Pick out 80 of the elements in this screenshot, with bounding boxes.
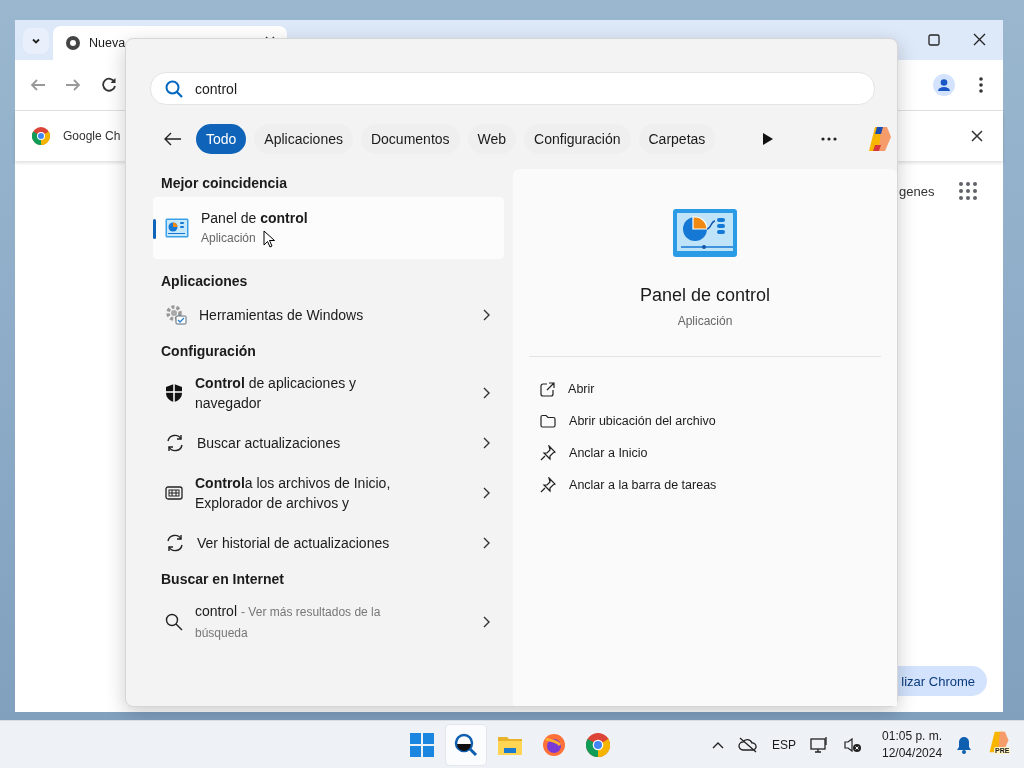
action-item[interactable]: Abrir (540, 373, 897, 405)
close-icon[interactable] (971, 130, 983, 142)
filter-tab[interactable]: Aplicaciones (254, 124, 353, 154)
chevron-up-icon[interactable] (712, 741, 724, 749)
sync-icon (165, 433, 185, 453)
more-icon[interactable] (821, 137, 838, 141)
action-item[interactable]: Anclar a Inicio (540, 437, 897, 469)
pin-icon (540, 445, 557, 461)
profile-icon[interactable] (933, 74, 955, 96)
preview-title: Panel de control (639, 285, 771, 306)
taskbar-app[interactable] (446, 725, 486, 765)
sync-icon (165, 533, 185, 553)
images-link[interactable]: genes (899, 184, 935, 199)
forward-icon[interactable] (65, 78, 81, 92)
result-title: control - Ver más resultados de la búsqueda (195, 602, 382, 642)
keyboard-icon (165, 485, 183, 501)
search-field[interactable]: control (150, 72, 875, 105)
result-item[interactable]: Herramientas de Windows (153, 295, 505, 335)
clock-date: 12/04/2024 (882, 745, 943, 762)
search-query: control (195, 80, 238, 97)
chevron-icon (483, 487, 491, 499)
action-item[interactable]: Anclar a la barra de tareas (540, 469, 897, 501)
result-item[interactable]: Buscar actualizaciones (153, 423, 505, 463)
menu-icon[interactable] (979, 77, 983, 93)
gear-icon (165, 304, 187, 326)
clock-time: 01:05 p. m. (882, 728, 943, 745)
control-panel-icon (673, 209, 737, 257)
result-title: Panel de control (201, 210, 308, 226)
shield-icon (165, 383, 183, 403)
pin-icon (540, 477, 557, 493)
filter-tab[interactable]: Todo (196, 124, 247, 154)
result-title: Ver historial de actualizaciones (197, 535, 390, 551)
filter-tab[interactable]: Configuración (524, 124, 631, 154)
result-title: Controla los archivos de Inicio, Explorador de archivos y (195, 475, 391, 511)
windows-logo-icon (410, 733, 434, 757)
result-item[interactable]: Control de aplicaciones y navegador (153, 365, 505, 421)
open-external-icon (540, 381, 556, 397)
result-title: Control de aplicaciones y navegador (195, 375, 357, 411)
infobar-text: Google Ch (63, 129, 121, 143)
language-indicator[interactable]: ESP (772, 738, 796, 752)
preview-subtitle: Aplicación (677, 314, 733, 328)
chevron-icon (483, 309, 491, 321)
filter-tab[interactable]: Documentos (360, 124, 460, 154)
section-heading: Mejor coincidencia (161, 175, 289, 191)
reload-icon[interactable] (102, 77, 117, 92)
chevron-icon (483, 387, 491, 399)
filter-tab[interactable]: Carpetas (638, 124, 716, 154)
section-heading: Buscar en Internet (161, 571, 285, 587)
firefox-icon (542, 733, 566, 757)
close-icon[interactable] (973, 33, 986, 46)
result-item[interactable]: Controla los archivos de Inicio, Explorador de archivos y (153, 465, 505, 521)
search-icon (165, 79, 183, 98)
chevron-icon (483, 616, 491, 628)
folder-icon (540, 414, 557, 428)
mouse-cursor-icon (263, 230, 275, 248)
section-heading: Configuración (161, 343, 257, 359)
speaker-muted-icon[interactable] (844, 737, 862, 753)
play-icon[interactable] (763, 133, 774, 145)
section-heading: Aplicaciones (161, 273, 249, 289)
result-item[interactable]: Panel de control Aplicación (153, 197, 505, 259)
chevron-icon (483, 437, 491, 449)
back-icon[interactable] (164, 132, 182, 146)
apps-grid-icon[interactable] (959, 182, 977, 200)
result-title: Buscar actualizaciones (197, 435, 341, 451)
filter-tab[interactable]: Web (467, 124, 517, 154)
result-item[interactable]: Ver historial de actualizaciones (153, 523, 505, 563)
folder-icon (497, 734, 523, 756)
control-panel-icon (165, 218, 189, 238)
bell-icon[interactable] (956, 736, 973, 754)
chevron-icon (483, 537, 491, 549)
search-icon (454, 733, 478, 757)
result-item[interactable]: control - Ver más resultados de la búsqueda (153, 593, 505, 651)
maximize-icon[interactable] (928, 34, 940, 46)
action-item[interactable]: Abrir ubicación del archivo (540, 405, 897, 437)
cloud-off-icon[interactable] (738, 737, 758, 753)
monitor-icon[interactable] (810, 736, 830, 754)
result-subtitle: Aplicación (201, 230, 256, 247)
search-icon (165, 613, 183, 631)
result-title: Herramientas de Windows (199, 307, 364, 323)
tab-title: Nueva (89, 36, 126, 50)
